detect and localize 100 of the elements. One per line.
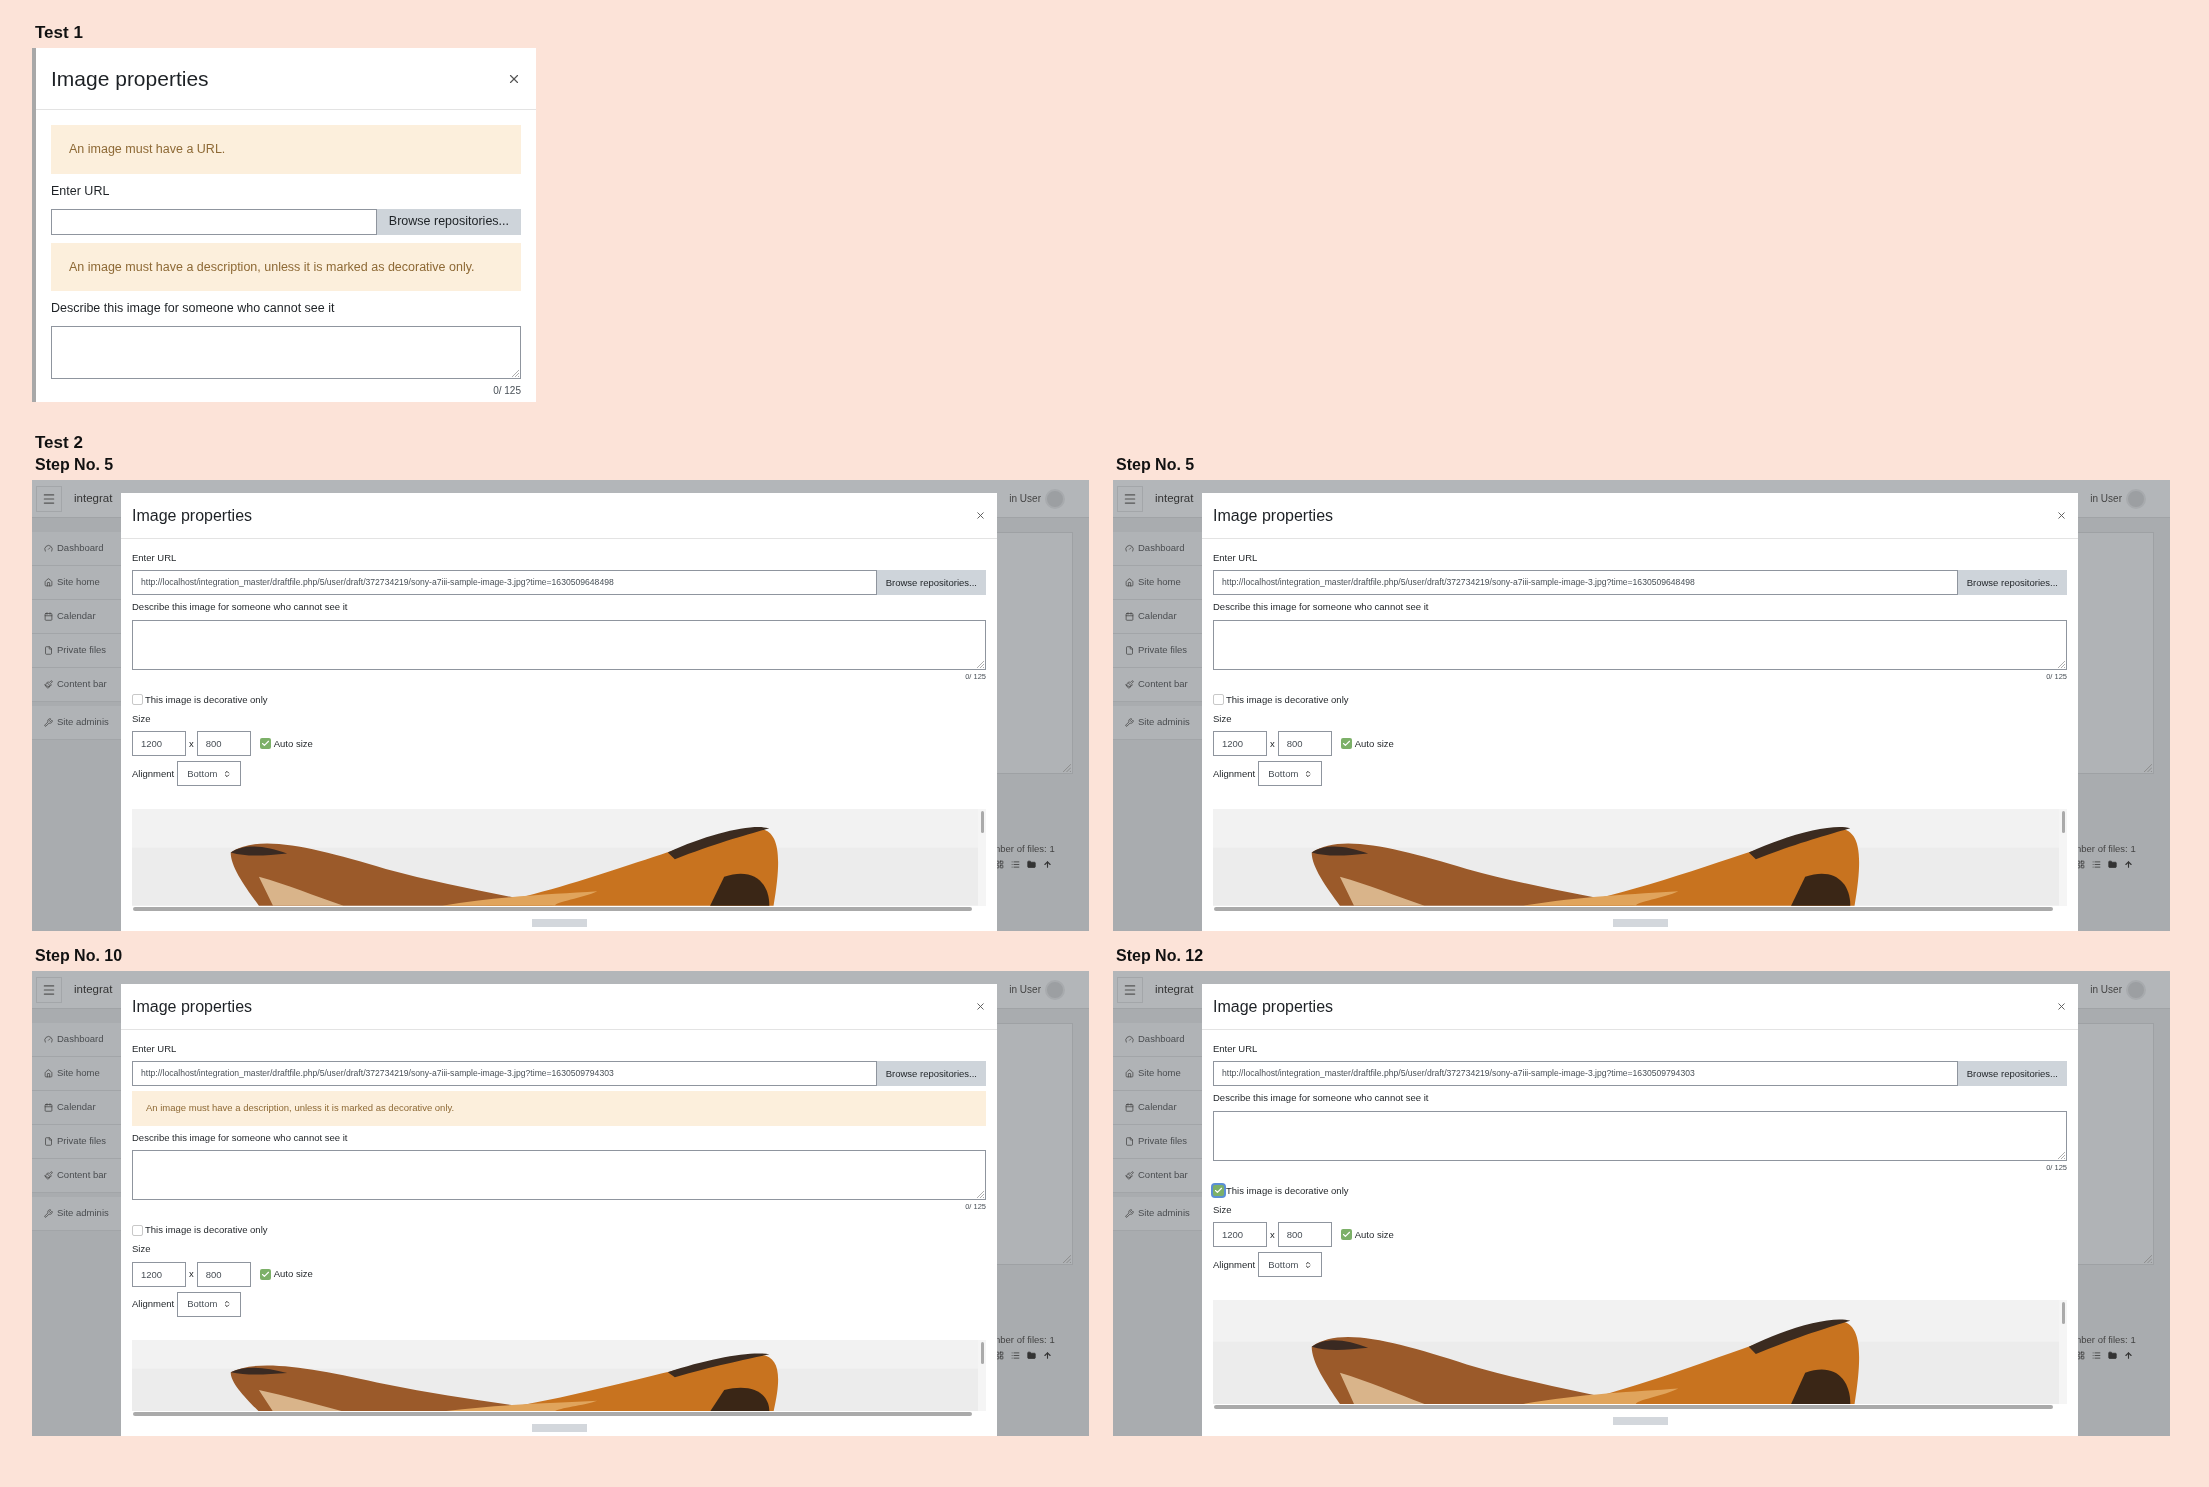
width-field[interactable]: 1200 [1213,1222,1267,1248]
vertical-scrollbar[interactable] [2059,809,2067,906]
sidebar-item[interactable]: Calendar [1113,1091,1202,1125]
close-icon[interactable] [2056,1001,2067,1012]
sidebar-item[interactable]: Site adminis [32,706,121,740]
sidebar-item[interactable]: Site home [32,1057,121,1091]
horizontal-scrollbar[interactable] [1214,907,2053,911]
browse-button[interactable]: Browse repositories... [376,208,521,235]
folder-icon[interactable] [2108,1351,2117,1361]
folder-icon[interactable] [2108,860,2117,870]
browse-button[interactable]: Browse repositories... [1957,1061,2067,1087]
vertical-scrollbar[interactable] [978,1339,986,1411]
resize-grip-icon[interactable] [2057,659,2065,668]
sidebar-item[interactable]: Site home [1113,566,1202,600]
sidebar-item[interactable]: Calendar [32,1091,121,1125]
sidebar-item[interactable]: Dashboard [1113,1023,1202,1057]
sidebar-item[interactable]: Site home [32,566,121,600]
upload-icon[interactable] [1043,860,1052,870]
avatar[interactable] [1045,979,1065,1000]
list-view-icon[interactable] [2092,1351,2101,1361]
description-field[interactable] [132,1149,986,1200]
decorative-checkbox[interactable] [1213,694,1224,706]
resize-grip-icon[interactable] [2057,1150,2065,1159]
description-field[interactable] [132,619,986,670]
upload-icon[interactable] [2124,860,2133,870]
vertical-scrollbar[interactable] [978,809,986,906]
description-field[interactable] [1213,619,2067,670]
sidebar-item[interactable]: Content bar [1113,1159,1202,1193]
width-field[interactable]: 1200 [132,731,186,757]
height-field[interactable]: 800 [196,1261,251,1287]
grid-view-icon[interactable] [2076,1351,2085,1361]
alignment-select[interactable]: Bottom [177,761,242,787]
auto-size-checkbox[interactable] [1340,738,1352,750]
alignment-select[interactable]: Bottom [177,1291,242,1317]
resize-grip-icon[interactable] [976,1189,984,1198]
url-field[interactable]: http://localhost/integration_master/draftfile.php/5/user/draft/372734219/sony-a7iii-sample-image-3.jpg?time=1630509794303 [132,1061,877,1087]
url-field[interactable] [51,208,377,235]
upload-icon[interactable] [1043,1351,1052,1361]
resize-grip-icon[interactable] [976,659,984,668]
sidebar-item[interactable]: Site adminis [1113,706,1202,740]
vertical-scrollbar[interactable] [2059,1300,2067,1405]
sidebar-item[interactable]: Content bar [32,668,121,702]
sidebar-item[interactable]: Dashboard [32,532,121,566]
description-field[interactable] [1213,1110,2067,1161]
url-field[interactable]: http://localhost/integration_master/draftfile.php/5/user/draft/372734219/sony-a7iii-sample-image-3.jpg?time=1630509648498 [1213,570,1958,596]
horizontal-scrollbar[interactable] [1214,1405,2053,1410]
sidebar-item[interactable]: Calendar [1113,600,1202,634]
avatar[interactable] [1045,488,1065,509]
avatar[interactable] [2126,488,2146,509]
sidebar-item[interactable]: Site home [1113,1057,1202,1091]
menu-button[interactable] [36,976,62,1003]
browse-button[interactable]: Browse repositories... [1957,570,2067,596]
resize-grip-icon[interactable] [511,369,519,377]
horizontal-scrollbar[interactable] [133,907,972,911]
sidebar-item[interactable]: Private files [1113,1125,1202,1159]
width-field[interactable]: 1200 [132,1261,186,1287]
alignment-select[interactable]: Bottom [1258,1252,1323,1278]
grid-view-icon[interactable] [995,860,1004,870]
grid-view-icon[interactable] [2076,860,2085,870]
browse-button[interactable]: Browse repositories... [876,1061,986,1087]
url-field[interactable]: http://localhost/integration_master/draftfile.php/5/user/draft/372734219/sony-a7iii-sample-image-3.jpg?time=1630509794303 [1213,1061,1958,1087]
sidebar-item[interactable]: Private files [32,634,121,668]
auto-size-checkbox[interactable] [1340,1229,1352,1241]
alignment-select[interactable]: Bottom [1258,761,1323,787]
folder-icon[interactable] [1027,1351,1036,1361]
list-view-icon[interactable] [2092,860,2101,870]
close-icon[interactable] [975,1001,986,1012]
sidebar-item[interactable]: Dashboard [32,1023,121,1057]
list-view-icon[interactable] [1011,1351,1020,1361]
folder-icon[interactable] [1027,860,1036,870]
close-icon[interactable] [975,510,986,521]
sidebar-item[interactable]: Calendar [32,600,121,634]
sidebar-item[interactable]: Private files [1113,634,1202,668]
sidebar-item[interactable]: Content bar [32,1159,121,1193]
list-view-icon[interactable] [1011,860,1020,870]
height-field[interactable]: 800 [1277,731,1332,757]
close-icon[interactable] [2056,510,2067,521]
auto-size-checkbox[interactable] [259,738,271,750]
decorative-checkbox[interactable] [1213,1185,1224,1197]
upload-icon[interactable] [2124,1351,2133,1361]
width-field[interactable]: 1200 [1213,731,1267,757]
browse-button[interactable]: Browse repositories... [876,570,986,596]
footer-button[interactable] [1612,1417,1668,1426]
menu-button[interactable] [36,485,62,512]
sidebar-item[interactable]: Content bar [1113,668,1202,702]
grid-view-icon[interactable] [995,1351,1004,1361]
menu-button[interactable] [1117,485,1143,512]
auto-size-checkbox[interactable] [259,1268,271,1280]
decorative-checkbox[interactable] [132,1224,143,1236]
horizontal-scrollbar[interactable] [133,1412,972,1416]
height-field[interactable]: 800 [1277,1222,1332,1248]
avatar[interactable] [2126,979,2146,1000]
sidebar-item[interactable]: Private files [32,1125,121,1159]
url-field[interactable]: http://localhost/integration_master/draftfile.php/5/user/draft/372734219/sony-a7iii-sample-image-3.jpg?time=1630509648498 [132,570,877,596]
height-field[interactable]: 800 [196,731,251,757]
sidebar-item[interactable]: Site adminis [32,1197,121,1231]
sidebar-item[interactable]: Site adminis [1113,1197,1202,1231]
menu-button[interactable] [1117,976,1143,1003]
decorative-checkbox[interactable] [132,694,143,706]
sidebar-item[interactable]: Dashboard [1113,532,1202,566]
